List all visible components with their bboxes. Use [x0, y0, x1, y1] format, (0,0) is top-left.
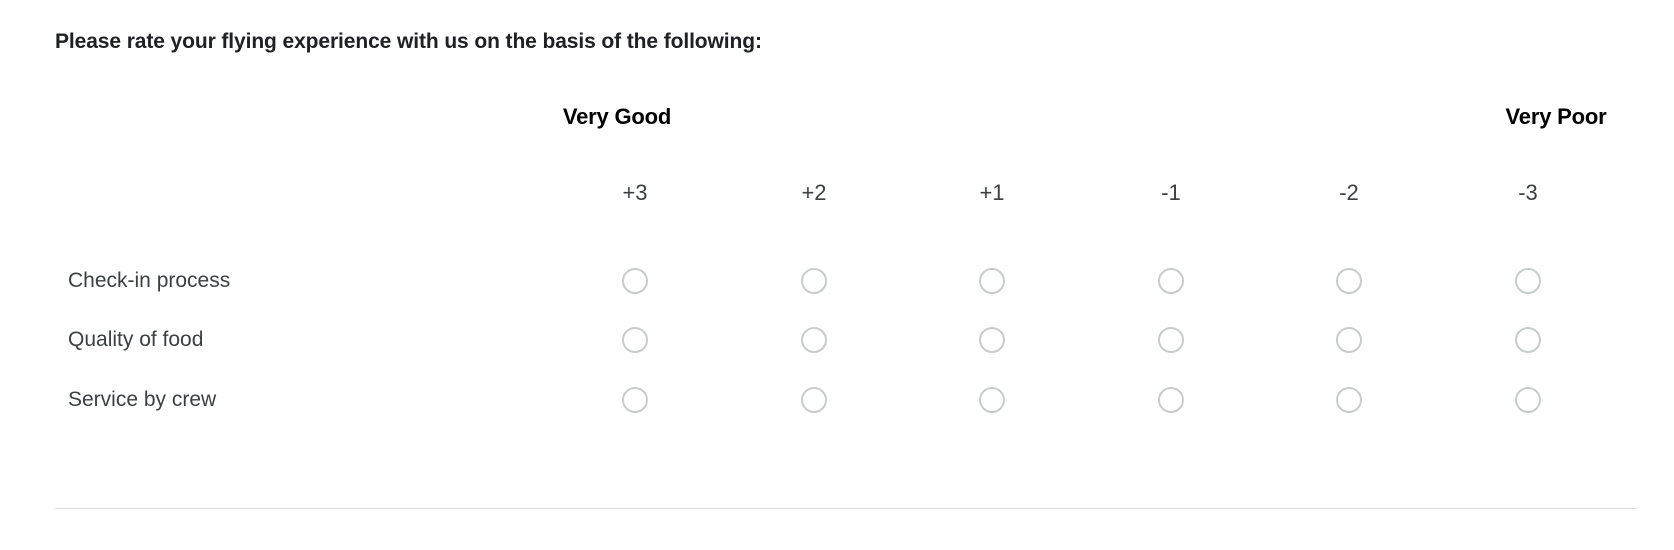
radio-button-row0-col0[interactable]	[622, 268, 648, 294]
radio-button-row2-col1[interactable]	[801, 387, 827, 413]
radio-button-row1-col0[interactable]	[622, 327, 648, 353]
scale-header-plus2: +2	[801, 180, 827, 205]
scale-anchor-very-poor: Very Poor	[1505, 104, 1607, 129]
radio-button-row2-col3[interactable]	[1158, 387, 1184, 413]
radio-button-row0-col5[interactable]	[1515, 268, 1541, 294]
row-label-2: Service by crew	[68, 388, 217, 411]
scale-header-minus1: -1	[1161, 180, 1181, 205]
radio-button-row2-col2[interactable]	[979, 387, 1005, 413]
radio-button-row2-col0[interactable]	[622, 387, 648, 413]
radio-button-row2-col4[interactable]	[1336, 387, 1362, 413]
row-label-1: Quality of food	[68, 328, 204, 351]
rating-matrix-question: Please rate your flying experience with …	[0, 0, 1674, 550]
radio-button-row1-col1[interactable]	[801, 327, 827, 353]
radio-button-row0-col2[interactable]	[979, 268, 1005, 294]
radio-button-row0-col3[interactable]	[1158, 268, 1184, 294]
radio-button-row0-col1[interactable]	[801, 268, 827, 294]
scale-header-plus1: +1	[979, 180, 1005, 205]
scale-header-minus2: -2	[1339, 180, 1359, 205]
radio-button-row2-col5[interactable]	[1515, 387, 1541, 413]
row-label-0: Check-in process	[68, 269, 231, 292]
rating-grid: Very Good Very Poor +3 +2 +1 -1 -2 -3 Check-i…	[0, 0, 1674, 470]
scale-anchor-very-good: Very Good	[562, 104, 672, 129]
section-divider	[55, 508, 1637, 509]
radio-button-row1-col3[interactable]	[1158, 327, 1184, 353]
radio-button-row1-col4[interactable]	[1336, 327, 1362, 353]
scale-header-plus3: +3	[622, 180, 648, 205]
radio-button-row1-col5[interactable]	[1515, 327, 1541, 353]
scale-header-minus3: -3	[1518, 180, 1538, 205]
radio-button-row0-col4[interactable]	[1336, 268, 1362, 294]
radio-button-row1-col2[interactable]	[979, 327, 1005, 353]
